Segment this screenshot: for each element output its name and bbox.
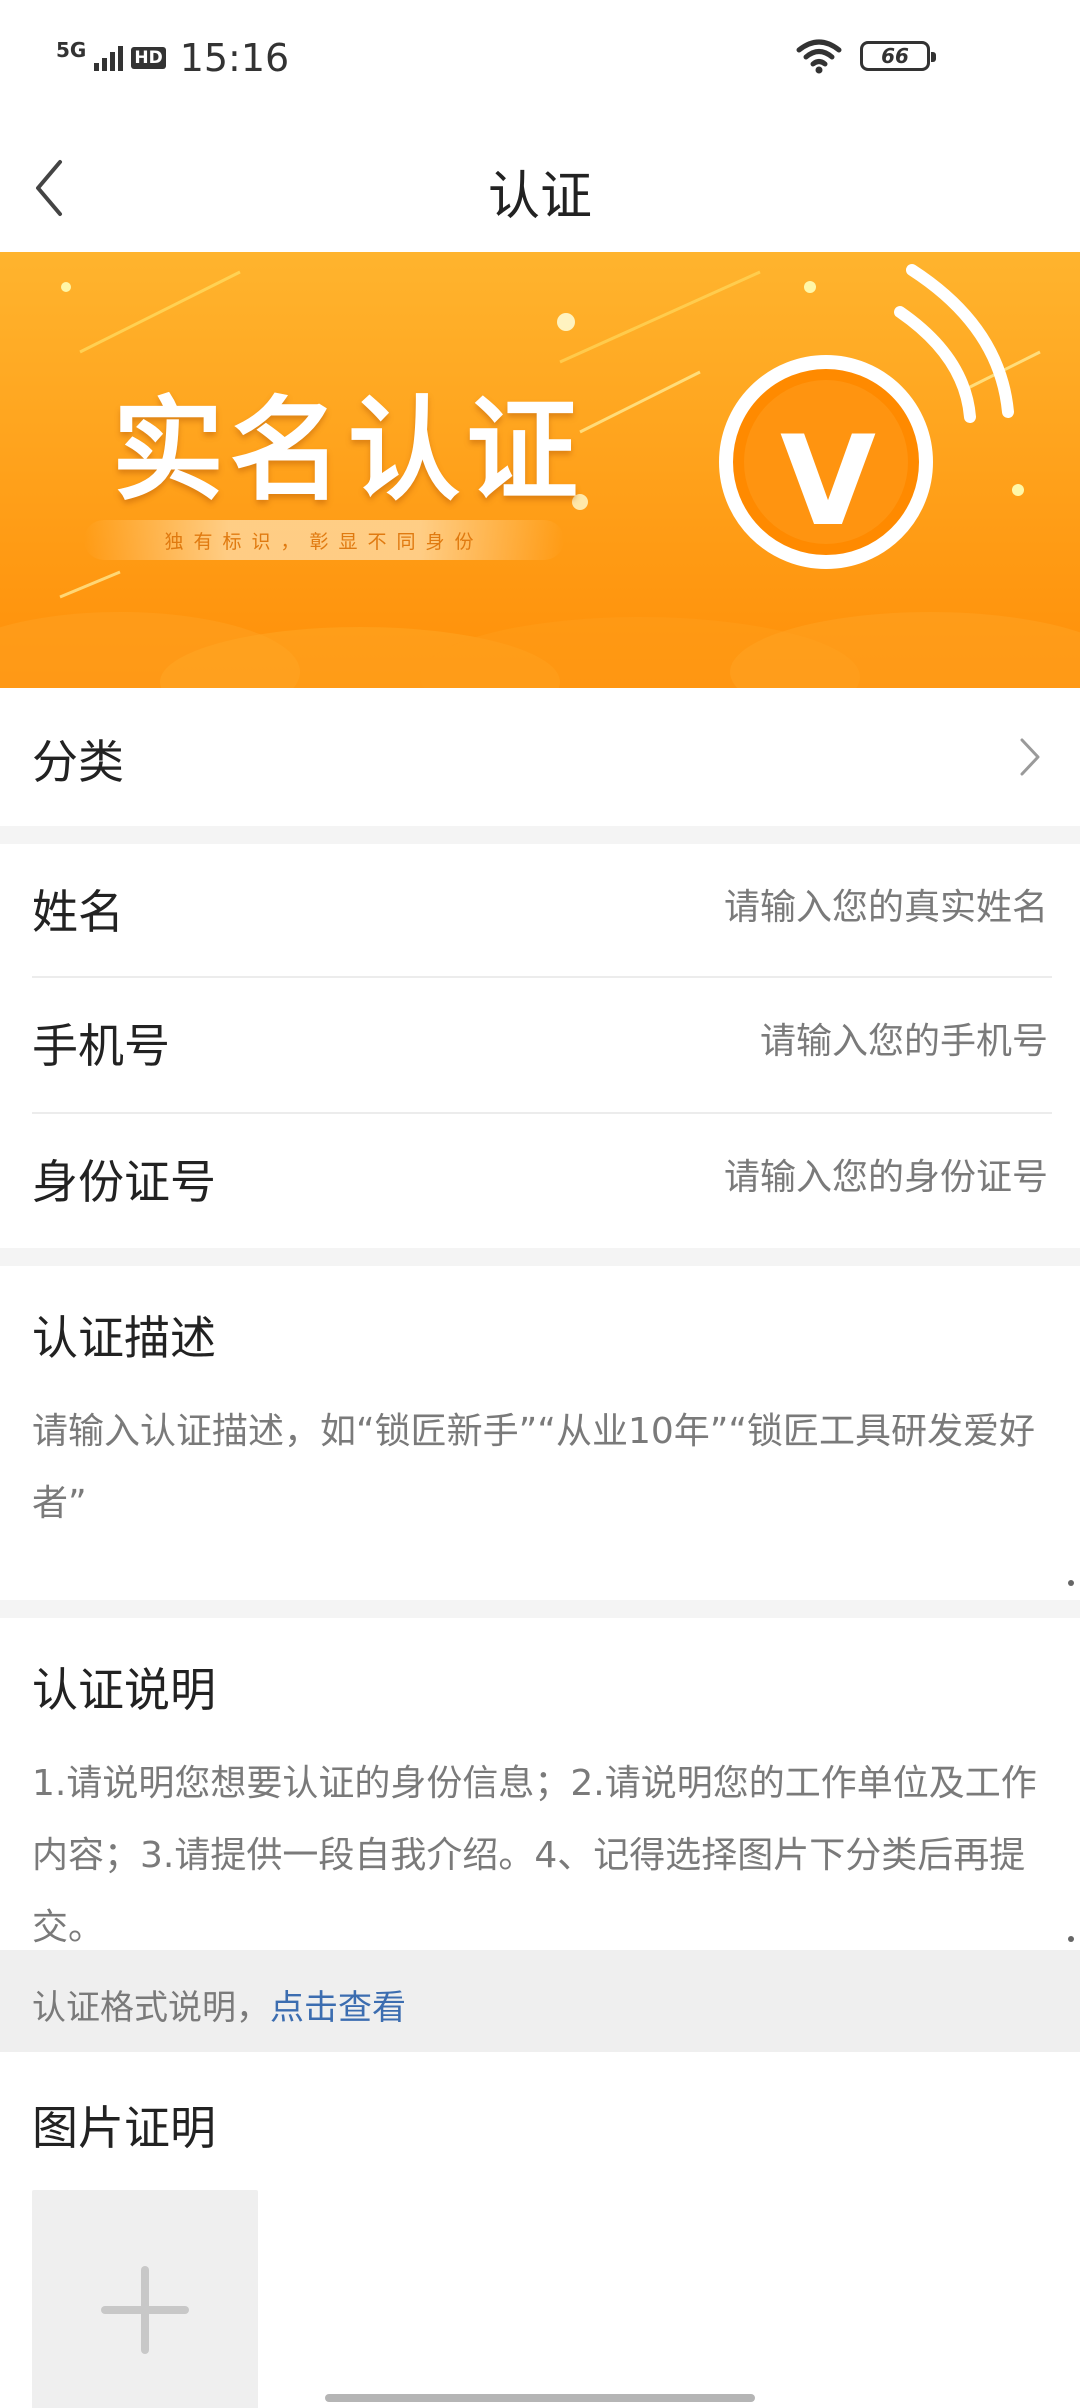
banner-title: 实名认证 <box>112 386 584 516</box>
chevron-right-icon <box>1020 738 1040 776</box>
name-label: 姓名 <box>32 885 124 939</box>
banner-subtitle: 独有标识，彰显不同身份 <box>164 530 484 553</box>
format-hint-prefix: 认证格式说明， <box>32 1988 270 2028</box>
name-input[interactable]: 请输入您的真实姓名 <box>724 878 1048 930</box>
status-bar: 5G HD 15:16 66 <box>0 0 1080 120</box>
explanation-title: 认证说明 <box>32 1663 216 1717</box>
description-title: 认证描述 <box>32 1311 216 1365</box>
hd-badge: HD <box>131 47 166 69</box>
status-left: 5G HD 15:16 <box>56 36 289 80</box>
name-field[interactable]: 姓名 请输入您的真实姓名 <box>0 844 1080 976</box>
battery-level: 66 <box>881 44 909 68</box>
format-hint: 认证格式说明，点击查看 <box>32 1980 406 2029</box>
network-type: 5G <box>56 38 87 62</box>
explanation-input[interactable]: 1.请说明您想要认证的身份信息；2.请说明您的工作单位及工作内容；3.请提供一段… <box>32 1748 1062 1950</box>
photo-proof-title: 图片证明 <box>32 2101 216 2155</box>
description-input[interactable]: 请输入认证描述，如“锁匠新手”“从业10年”“锁匠工具研发爱好者” <box>32 1396 1062 1540</box>
add-photo-button[interactable] <box>32 2190 258 2408</box>
certification-page: 5G HD 15:16 66 认证 实名认证 独有标识，彰显不同身份 V 分类 … <box>0 0 1080 2408</box>
description-card: 认证描述 请输入认证描述，如“锁匠新手”“从业10年”“锁匠工具研发爱好者” <box>0 1266 1080 1600</box>
category-label: 分类 <box>32 735 124 789</box>
nav-bar: 认证 <box>0 120 1080 252</box>
view-format-link[interactable]: 点击查看 <box>270 1988 406 2028</box>
id-number-label: 身份证号 <box>32 1155 216 1209</box>
resize-handle <box>1068 1936 1074 1942</box>
phone-label: 手机号 <box>32 1019 170 1073</box>
signal-icon <box>94 45 124 71</box>
page-title: 认证 <box>487 167 592 227</box>
personal-info-group: 姓名 请输入您的真实姓名 手机号 请输入您的手机号 身份证号 请输入您的身份证号 <box>0 844 1080 1248</box>
format-hint-bar: 认证格式说明，点击查看 <box>0 1950 1080 2052</box>
explanation-card: 认证说明 1.请说明您想要认证的身份信息；2.请说明您的工作单位及工作内容；3.… <box>0 1618 1080 1950</box>
v-badge-icon: V <box>780 410 876 554</box>
phone-field[interactable]: 手机号 请输入您的手机号 <box>0 978 1080 1112</box>
battery-icon: 66 <box>860 41 936 71</box>
wifi-icon <box>796 39 842 74</box>
id-number-field[interactable]: 身份证号 请输入您的身份证号 <box>0 1114 1080 1248</box>
status-right: 66 <box>796 38 936 74</box>
home-indicator[interactable] <box>325 2394 755 2402</box>
status-time: 15:16 <box>179 36 290 80</box>
resize-handle <box>1068 1580 1074 1586</box>
banner-subtitle-band: 独有标识，彰显不同身份 <box>84 520 564 560</box>
category-selector[interactable]: 分类 <box>0 688 1080 826</box>
id-number-input[interactable]: 请输入您的身份证号 <box>724 1148 1048 1200</box>
verification-banner: 实名认证 独有标识，彰显不同身份 V <box>0 252 1080 688</box>
plus-icon <box>101 2266 189 2354</box>
phone-input[interactable]: 请输入您的手机号 <box>760 1012 1048 1064</box>
